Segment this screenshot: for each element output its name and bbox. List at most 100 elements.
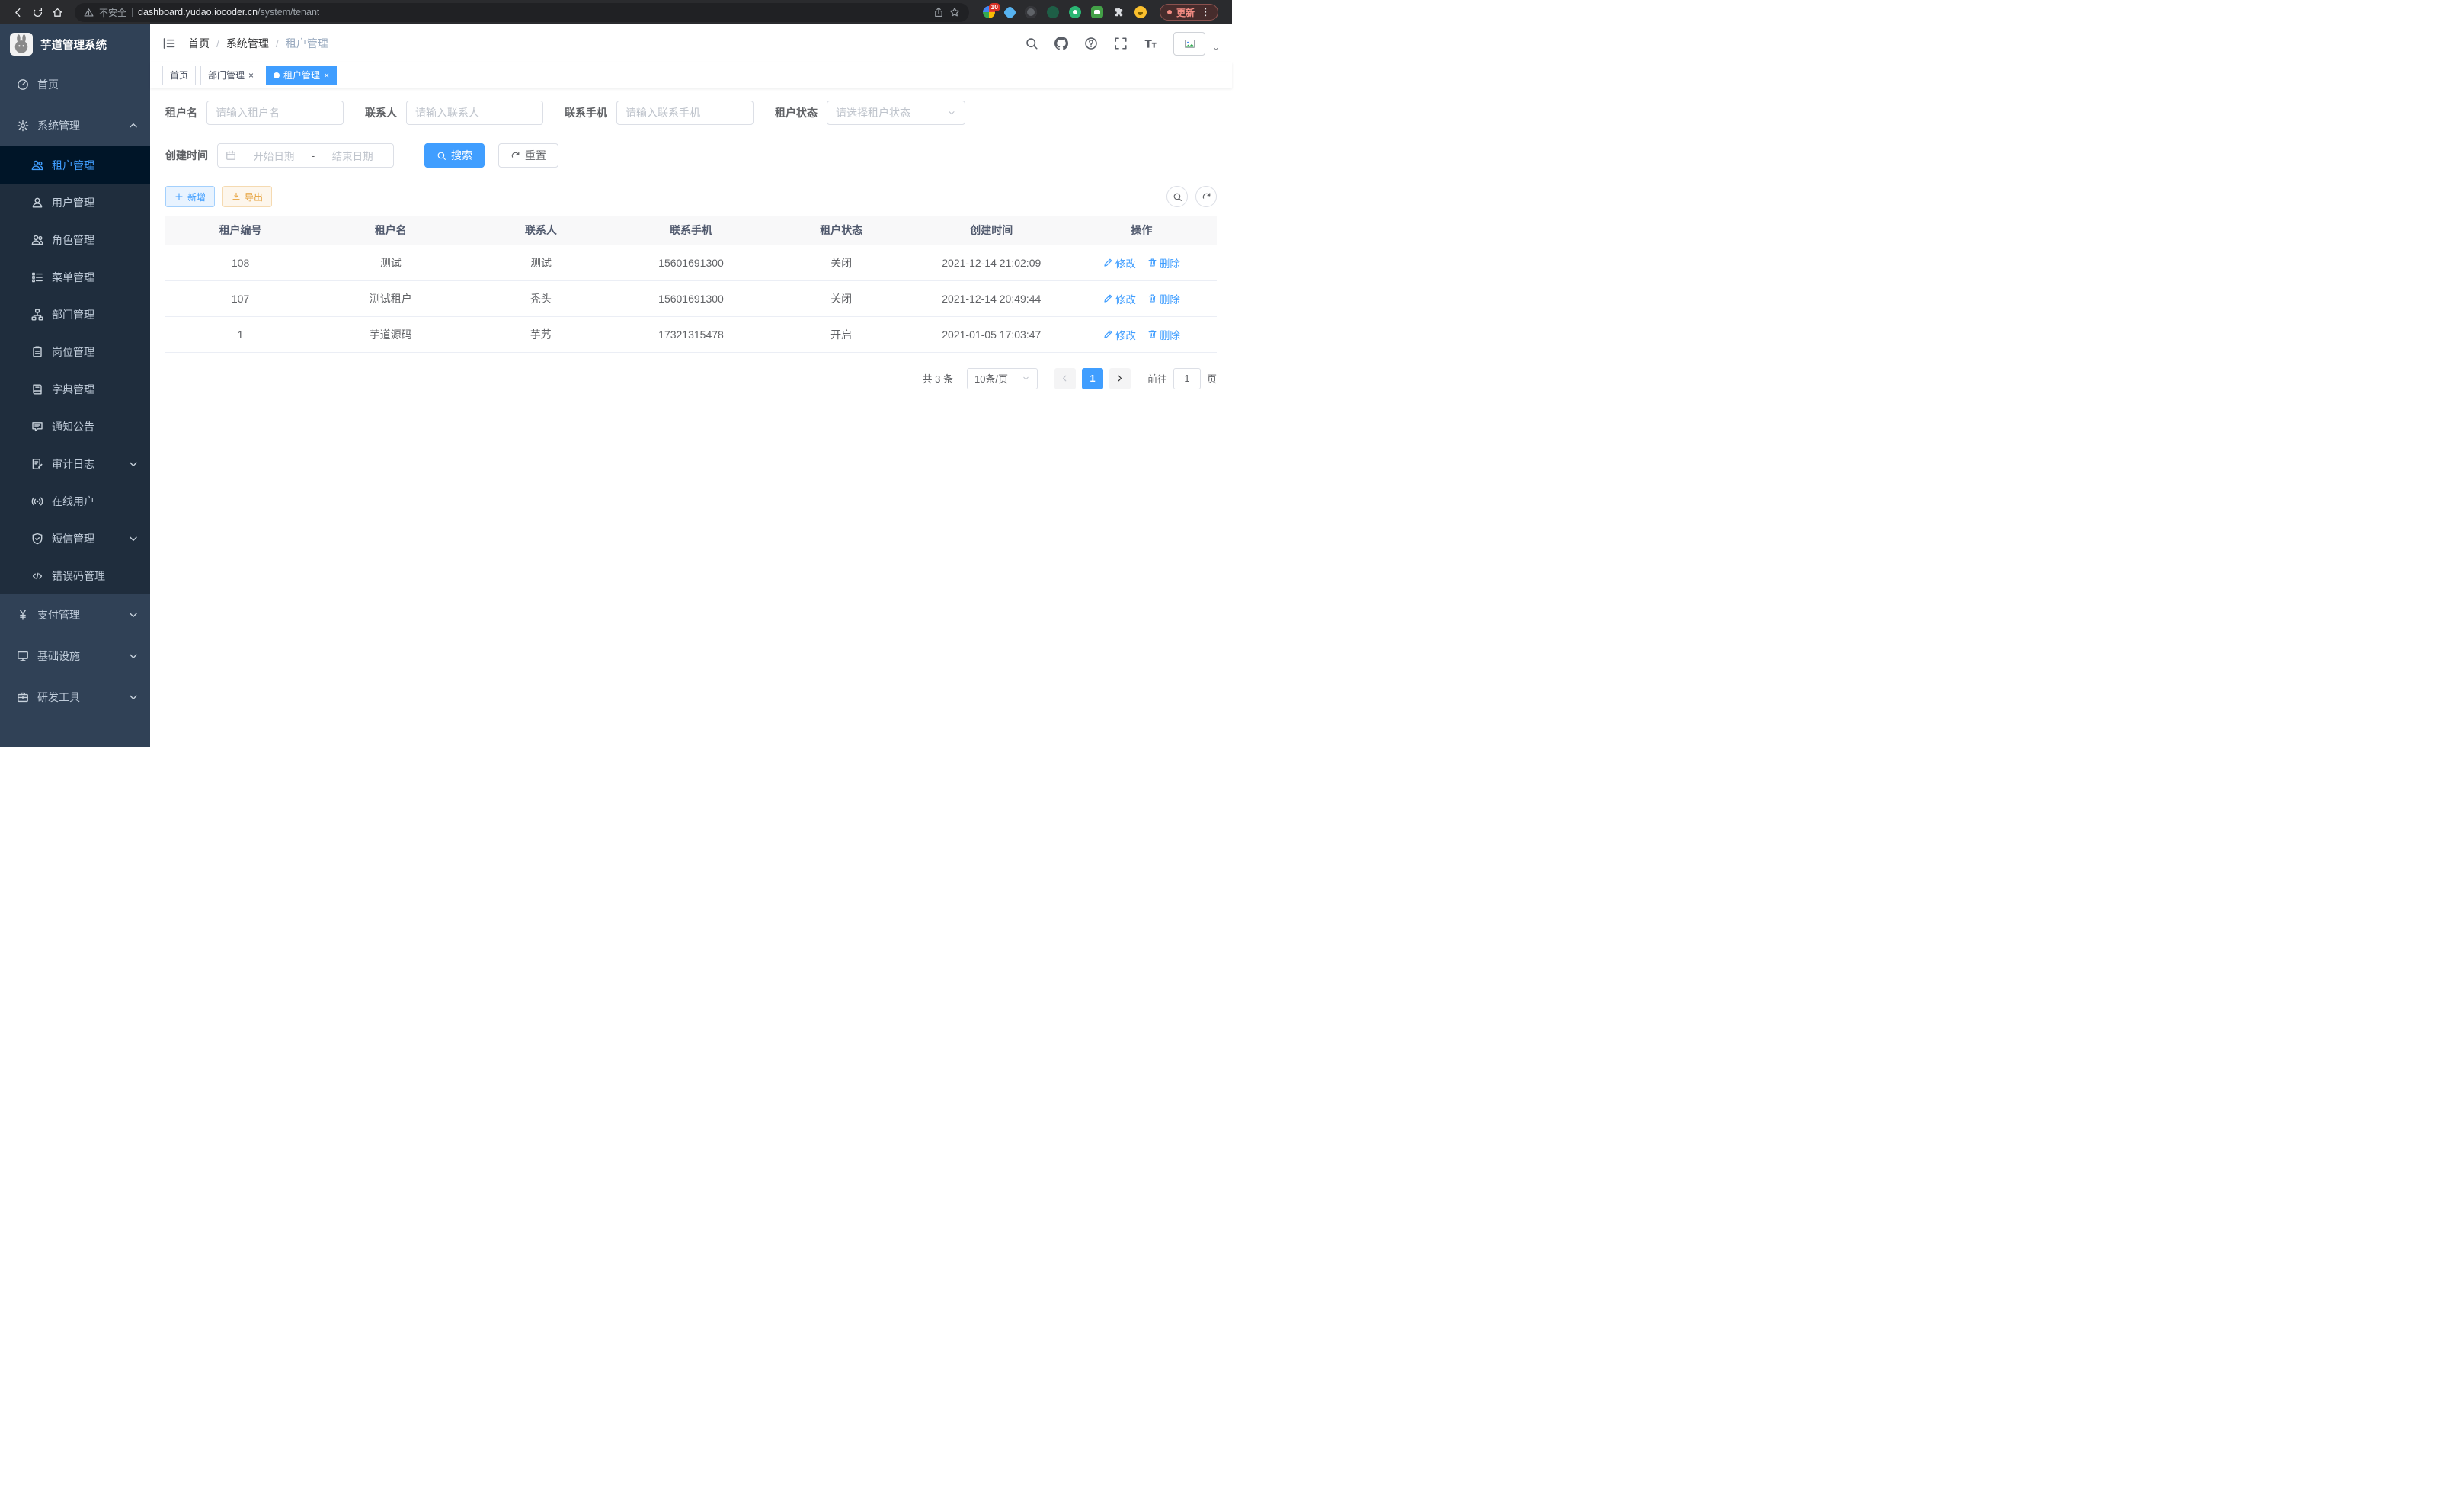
- chevron-down-icon[interactable]: [1212, 45, 1220, 56]
- font-size-icon[interactable]: [1144, 37, 1157, 50]
- sidebar-item-tenant[interactable]: 租户管理: [0, 146, 150, 184]
- sidebar-item-online-user[interactable]: 在线用户: [0, 482, 150, 520]
- breadcrumb-item[interactable]: 首页: [188, 36, 210, 51]
- prev-page-button[interactable]: [1054, 368, 1076, 389]
- cell-tenant-name: 测试: [315, 245, 466, 280]
- phone-input[interactable]: [616, 101, 754, 125]
- page-size-select[interactable]: 10条/页: [967, 368, 1038, 389]
- extension-icon-green-chat[interactable]: [1091, 6, 1103, 18]
- github-icon[interactable]: [1054, 37, 1068, 50]
- breadcrumb: 首页/系统管理/租户管理: [188, 36, 328, 51]
- sidebar-item-dict[interactable]: 字典管理: [0, 370, 150, 408]
- browser-toolbar: 不安全 dashboard.yudao.iocoder.cn/system/te…: [0, 0, 1232, 24]
- contact-input[interactable]: [406, 101, 543, 125]
- bookmark-star-icon[interactable]: [949, 7, 960, 18]
- extension-icon-gray-ring[interactable]: [1025, 6, 1037, 18]
- help-icon[interactable]: [1084, 37, 1098, 50]
- filter-phone: 联系手机: [565, 101, 754, 125]
- sidebar-item-menu[interactable]: 菜单管理: [0, 258, 150, 296]
- sidebar-item-role[interactable]: 角色管理: [0, 221, 150, 258]
- status-placeholder: 请选择租户状态: [836, 105, 947, 120]
- extension-icon-dark-green[interactable]: [1047, 6, 1059, 18]
- tab-tenant[interactable]: 租户管理×: [266, 66, 337, 85]
- create-time-range-picker[interactable]: 开始日期 - 结束日期: [217, 143, 394, 168]
- sidebar-item-error-code[interactable]: 错误码管理: [0, 557, 150, 594]
- sidebar-item-notice[interactable]: 通知公告: [0, 408, 150, 445]
- home-button[interactable]: [47, 2, 67, 22]
- sidebar-toggle-icon[interactable]: [162, 37, 176, 50]
- tenant-name-input[interactable]: [206, 101, 344, 125]
- profile-avatar-icon[interactable]: [1134, 6, 1147, 18]
- chevron-right-icon: [1115, 374, 1124, 383]
- back-button[interactable]: [8, 2, 27, 22]
- column-header: 联系人: [466, 216, 616, 245]
- peoples-icon: [31, 159, 43, 171]
- tenant-status-select[interactable]: 请选择租户状态: [827, 101, 965, 125]
- cell-phone: 15601691300: [616, 245, 766, 280]
- toggle-search-button[interactable]: [1166, 186, 1188, 207]
- fullscreen-icon[interactable]: [1114, 37, 1128, 50]
- delete-button[interactable]: 删除: [1147, 255, 1180, 271]
- cell-tenant-id: 107: [165, 280, 315, 316]
- goto-page-input[interactable]: [1173, 368, 1201, 389]
- delete-button[interactable]: 删除: [1147, 291, 1180, 306]
- chevron-down-icon: [127, 609, 139, 621]
- export-button[interactable]: 导出: [222, 186, 272, 207]
- sidebar-item-dev-tool[interactable]: 研发工具: [0, 677, 150, 718]
- sidebar-item-pay[interactable]: 支付管理: [0, 594, 150, 635]
- update-button[interactable]: 更新 ⋮: [1160, 4, 1218, 21]
- delete-button[interactable]: 删除: [1147, 327, 1180, 342]
- chevron-left-icon: [1061, 374, 1069, 383]
- search-button[interactable]: 搜索: [424, 143, 485, 168]
- sidebar-item-sms[interactable]: 短信管理: [0, 520, 150, 557]
- browser-menu-icon[interactable]: ⋮: [1199, 6, 1211, 18]
- extensions-puzzle-icon[interactable]: [1113, 7, 1125, 18]
- sidebar-item-dept[interactable]: 部门管理: [0, 296, 150, 333]
- tab-home[interactable]: 首页: [162, 66, 196, 85]
- divider: [132, 8, 133, 17]
- close-icon[interactable]: ×: [248, 71, 254, 80]
- edit-button[interactable]: 修改: [1103, 255, 1136, 271]
- sidebar-item-label: 研发工具: [37, 690, 80, 705]
- reload-button[interactable]: [27, 2, 47, 22]
- page-size-value: 10条/页: [974, 371, 1008, 386]
- cell-tenant-id: 1: [165, 316, 315, 352]
- refresh-table-button[interactable]: [1195, 186, 1217, 207]
- tenant-table: 租户编号租户名联系人联系手机租户状态创建时间操作108测试测试156016913…: [165, 216, 1217, 353]
- reset-button[interactable]: 重置: [498, 143, 558, 168]
- extension-icon-green-circle[interactable]: [1069, 6, 1081, 18]
- top-navbar: 首页/系统管理/租户管理: [150, 24, 1232, 62]
- page-1-button[interactable]: 1: [1082, 368, 1103, 389]
- add-button[interactable]: 新增: [165, 186, 215, 207]
- sidebar-item-home[interactable]: 首页: [0, 64, 150, 105]
- sidebar-item-system[interactable]: 系统管理: [0, 105, 150, 146]
- sms-icon: [31, 533, 43, 545]
- edit-button[interactable]: 修改: [1103, 327, 1136, 342]
- sidebar-item-user[interactable]: 用户管理: [0, 184, 150, 221]
- search-icon[interactable]: [1025, 37, 1038, 50]
- next-page-button[interactable]: [1109, 368, 1131, 389]
- sidebar-item-post[interactable]: 岗位管理: [0, 333, 150, 370]
- table-tools: [1166, 186, 1217, 207]
- address-bar[interactable]: 不安全 dashboard.yudao.iocoder.cn/system/te…: [75, 3, 969, 22]
- extension-icon-colorful[interactable]: 10: [983, 6, 995, 18]
- close-icon[interactable]: ×: [324, 71, 329, 80]
- sidebar-item-audit-log[interactable]: 审计日志: [0, 445, 150, 482]
- breadcrumb-item[interactable]: 系统管理: [226, 36, 269, 51]
- filter-tenant-name: 租户名: [165, 101, 344, 125]
- share-icon[interactable]: [933, 7, 944, 18]
- table-row: 107测试租户秃头15601691300关闭2021-12-14 20:49:4…: [165, 280, 1217, 316]
- sidebar-item-label: 部门管理: [52, 307, 94, 322]
- security-label[interactable]: 不安全: [99, 6, 126, 19]
- date-start-placeholder: 开始日期: [241, 148, 307, 163]
- column-header: 创建时间: [917, 216, 1067, 245]
- export-button-label: 导出: [245, 190, 263, 203]
- tab-dept[interactable]: 部门管理×: [200, 66, 261, 85]
- avatar[interactable]: [1173, 32, 1205, 56]
- edit-button[interactable]: 修改: [1103, 291, 1136, 306]
- sidebar-item-infra[interactable]: 基础设施: [0, 635, 150, 677]
- extension-icon-blue-diamond[interactable]: [1003, 5, 1016, 19]
- goto-label: 前往: [1147, 371, 1167, 386]
- chevron-down-icon: [127, 458, 139, 470]
- table-row: 108测试测试15601691300关闭2021-12-14 21:02:09修…: [165, 245, 1217, 280]
